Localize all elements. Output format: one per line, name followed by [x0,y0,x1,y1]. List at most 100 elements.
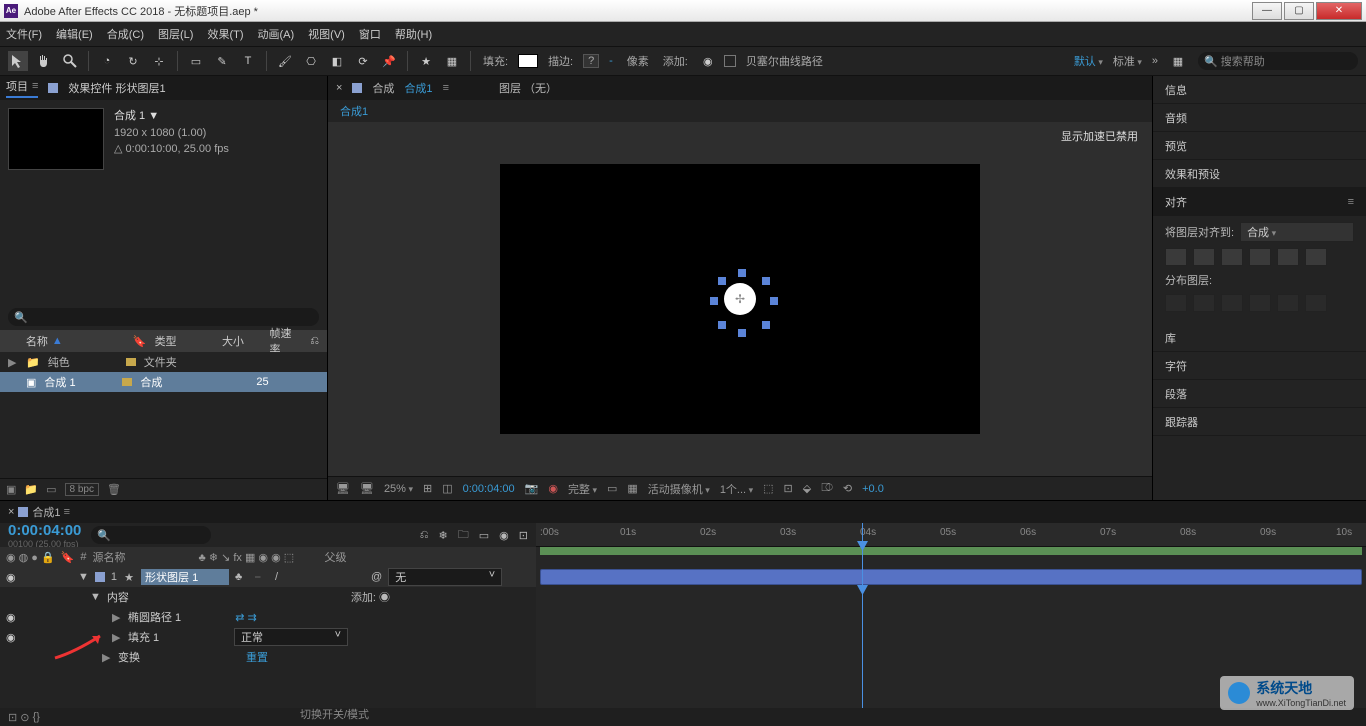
tl-icon-5[interactable]: ◉ [499,529,509,542]
viewer-comp-name[interactable]: 合成1 [404,80,432,96]
eraser-tool-icon[interactable]: ◧ [327,51,347,71]
anchor-tool-icon[interactable]: ⊹ [149,51,169,71]
draft-icon[interactable]: ⊡ [784,482,793,495]
align-vcenter-icon[interactable] [1277,248,1299,266]
close-button[interactable]: ✕ [1316,2,1362,20]
channel-icon[interactable]: ◉ [548,482,558,495]
tl-footer-icon3[interactable]: {} [33,711,40,723]
time-ruler[interactable]: :00s 01s 02s 03s 04s 05s 06s 07s 08s 09s… [536,523,1366,547]
tag-col-icon[interactable]: 🔖 [61,551,75,564]
align-top-icon[interactable] [1249,248,1271,266]
interpret-icon[interactable]: ▣ [6,483,16,496]
views-dropdown[interactable]: 1个... [720,481,753,497]
project-row-solids[interactable]: ▶ 📁 纯色 文件夹 [0,352,327,372]
resolution-dropdown[interactable]: 完整 [568,481,597,497]
eye-icon[interactable]: ◉ [6,571,18,584]
grid-icon[interactable]: ▦ [442,51,462,71]
tl-footer-icon2[interactable]: ⊙ [20,711,29,724]
menu-animation[interactable]: 动画(A) [258,26,295,42]
panel-paragraph[interactable]: 段落 [1153,380,1366,408]
breadcrumb-comp[interactable]: 合成1 [340,103,368,119]
panel-character[interactable]: 字符 [1153,352,1366,380]
add-shape-icon[interactable]: ◉ [698,51,718,71]
col-parent[interactable]: 父级 [325,549,385,565]
motion-icon[interactable]: ⬙ [803,482,811,495]
orbit-tool-icon[interactable]: ◔ [97,51,117,71]
timeline-search[interactable]: 🔍 [91,526,211,544]
workspace-standard[interactable]: 标准 [1113,53,1142,69]
minimize-button[interactable]: — [1252,2,1282,20]
panel-library[interactable]: 库 [1153,324,1366,352]
tl-footer-icon1[interactable]: ⊡ [8,711,17,724]
tag-icon[interactable]: 🔖 [133,335,147,348]
camera-dropdown[interactable]: 活动摄像机 [648,481,710,497]
layer-transform-row[interactable]: ▶ 变换 重置 [0,647,536,667]
project-search-input[interactable]: 🔍 [8,308,319,326]
ellipse-icons[interactable]: ⇄ ⇉ [235,611,257,624]
trash-icon[interactable]: 🗑 [107,483,121,496]
work-area-bar[interactable] [540,547,1362,555]
rotate-tool-icon[interactable]: ↻ [123,51,143,71]
exposure-reset-icon[interactable]: ⟲ [843,482,852,495]
project-tab[interactable]: 项目 ≡ [6,78,38,98]
monitor1-icon[interactable]: 🖥 [336,482,350,495]
col-name[interactable]: 名称 ▲ [26,333,125,349]
search-help-input[interactable]: 🔍 搜索帮助 [1198,52,1358,70]
col-source-name[interactable]: 源名称 [93,549,193,565]
bpc-button[interactable]: 8 bpc [65,483,99,496]
layer-track-bar[interactable] [540,569,1362,585]
av-icons[interactable]: ◉ ◍ ● 🔒 [6,551,55,564]
3d-icon[interactable]: ⬚ [763,482,773,495]
layer-name[interactable]: 形状图层 1 [141,569,229,585]
snapshot-icon[interactable]: 📷 [525,482,539,495]
timeline-tab-close[interactable]: × [8,506,14,518]
align-right-icon[interactable] [1221,248,1243,266]
reset-link[interactable]: 重置 [246,649,268,665]
viewer-tab-close[interactable]: × [336,82,342,94]
stroke-width[interactable]: - [609,55,613,67]
pen-tool-icon[interactable]: ✎ [212,51,232,71]
menu-file[interactable]: 文件(F) [6,26,42,42]
timeline-tab[interactable]: 合成1 [32,504,60,520]
menu-effect[interactable]: 效果(T) [207,26,243,42]
layer-ellipse-row[interactable]: ◉▶ 椭圆路径 1 ⇄ ⇉ [0,607,536,627]
rotobrush-tool-icon[interactable]: ⟳ [353,51,373,71]
effects-tab[interactable]: 效果控件 形状图层1 [68,80,165,96]
panel-grid-icon[interactable]: ▦ [1168,51,1188,71]
hierarchy-icon[interactable]: ⎌ [310,335,319,348]
panel-effects-presets[interactable]: 效果和预设 [1153,160,1366,188]
menu-composition[interactable]: 合成(C) [107,26,144,42]
tl-icon-4[interactable]: ▭ [479,529,489,542]
tl-icon-3[interactable]: 🗀 [458,526,469,545]
new-folder-icon[interactable]: 📁 [24,483,38,496]
selection-tool-icon[interactable] [8,51,28,71]
col-size[interactable]: 大小 [222,333,262,349]
brush-tool-icon[interactable]: 🖌 [275,51,295,71]
layer-row-shape[interactable]: ◉ ▼ 1 ★ 形状图层 1 ♣ ⎯ / @ 无˅ [0,567,536,587]
viewer-time[interactable]: 0:00:04:00 [463,483,515,495]
rect-tool-icon[interactable]: ▭ [186,51,206,71]
bezier-checkbox[interactable] [724,55,736,67]
zoom-tool-icon[interactable] [60,51,80,71]
fill-color-swatch[interactable] [518,54,538,68]
panel-align-header[interactable]: 对齐≡ [1153,188,1366,216]
col-type[interactable]: 类型 [155,333,214,349]
menu-window[interactable]: 窗口 [359,26,381,42]
zoom-dropdown[interactable]: 25% [384,483,413,495]
transparency-icon[interactable]: ▦ [627,482,637,495]
safezone-icon[interactable]: ⊞ [423,482,432,495]
panel-preview[interactable]: 预览 [1153,132,1366,160]
playhead[interactable] [862,523,863,567]
layer-fill-row[interactable]: ◉▶ 填充 1 正常˅ [0,627,536,647]
col-modes[interactable]: ♣ ❄ ↘ fx ▦ ◉ ◉ ⬚ [199,551,319,564]
star-icon[interactable]: ★ [416,51,436,71]
align-hcenter-icon[interactable] [1193,248,1215,266]
menu-layer[interactable]: 图层(L) [158,26,193,42]
align-bottom-icon[interactable] [1305,248,1327,266]
panel-tracker[interactable]: 跟踪器 [1153,408,1366,436]
project-row-comp[interactable]: ▣ 合成 1 合成 25 [0,372,327,392]
panel-audio[interactable]: 音频 [1153,104,1366,132]
parent-dropdown[interactable]: 无˅ [388,568,502,586]
clone-tool-icon[interactable]: ⎔ [301,51,321,71]
workspace-default[interactable]: 默认 [1074,53,1103,69]
